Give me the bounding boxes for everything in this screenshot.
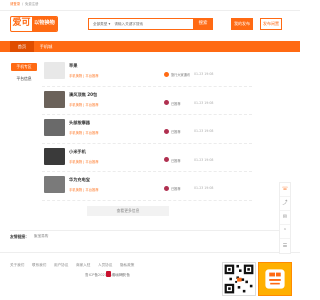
- register-link[interactable]: 免费注册: [25, 2, 39, 7]
- police-record[interactable]: 鲁公网安备: [112, 273, 130, 278]
- listing-thumbnail[interactable]: [44, 119, 65, 136]
- logo-main-text: 爱可: [12, 18, 31, 28]
- chevron-up-icon: ⌃: [282, 228, 288, 234]
- seller-avatar: [164, 71, 169, 77]
- top-separator: /: [22, 2, 24, 6]
- listing-date: 01-23 19:08: [194, 186, 214, 190]
- nav-phone-mall[interactable]: 手机城: [34, 41, 58, 52]
- listing-row[interactable]: 苹果手机换物 | 平台推荐 旅行大家通讯 01-23 19:08: [42, 58, 252, 87]
- my-posts-button[interactable]: 我的发布: [231, 18, 253, 30]
- sidebar: 手机专区 平台信息: [11, 63, 37, 87]
- qr-code: [222, 262, 256, 296]
- phone-icon: ☏: [281, 186, 289, 192]
- friend-links: 友情链接： 聚宝易购: [10, 230, 290, 240]
- qr-code-image: [223, 263, 255, 295]
- listing-thumbnail[interactable]: [44, 176, 65, 193]
- friend-links-title: 友情链接：: [10, 234, 29, 239]
- float-phone[interactable]: ☏: [280, 183, 290, 197]
- share-icon: ⤴: [282, 200, 288, 206]
- app-qr-code-image: [259, 263, 291, 295]
- seller-name: 已推荐: [171, 187, 181, 191]
- load-more-button[interactable]: 查看更多信息: [87, 206, 169, 216]
- seller-avatar: [164, 100, 169, 105]
- message-icon: ✉: [282, 214, 288, 220]
- listing-thumbnail[interactable]: [44, 62, 65, 79]
- float-top[interactable]: ⌃: [280, 225, 290, 239]
- listing-tags: 手机换物 | 平台推荐: [69, 159, 99, 164]
- post-item-button[interactable]: 发布闲置: [260, 18, 282, 30]
- login-link[interactable]: 请登录: [10, 2, 20, 7]
- float-chat[interactable]: ☰: [280, 239, 290, 253]
- listing-thumbnail[interactable]: [44, 147, 65, 165]
- footer-link-about[interactable]: 关于我们: [10, 263, 24, 268]
- listing-row[interactable]: 华为充电宝手机换物 | 平台推荐 已推荐 01-23 19:08: [42, 172, 252, 201]
- footer-link-terms[interactable]: 用户协议: [54, 263, 68, 268]
- app-qr-code: [258, 262, 292, 296]
- sidebar-item-platform-info[interactable]: 平台信息: [11, 75, 37, 83]
- friend-link[interactable]: 聚宝易购: [34, 234, 48, 239]
- listing-tags: 手机换物 | 平台推荐: [69, 74, 99, 78]
- listing-date: 01-23 19:08: [194, 72, 214, 76]
- listing-date: 01-23 19:08: [194, 157, 214, 162]
- listing-title[interactable]: 清风顶焦 20包: [69, 92, 97, 98]
- listing-title[interactable]: 华为充电宝: [69, 177, 90, 183]
- search-input[interactable]: [114, 22, 185, 26]
- search-box: 全部类型 ▾: [88, 18, 208, 30]
- footer-link-contact[interactable]: 联系我们: [32, 263, 46, 268]
- footer-link-merchant[interactable]: 商家入驻: [76, 263, 90, 268]
- listing-tags: 手机换物 | 平台推荐: [69, 131, 99, 135]
- seller-name: 已推荐: [171, 101, 181, 106]
- listing-row[interactable]: 清风顶焦 20包 手机换物 | 平台推荐 已推荐 01-23 19:08: [42, 87, 252, 115]
- seller-name: 已推荐: [171, 158, 181, 163]
- main-nav: 首页 手机城: [0, 41, 300, 52]
- footer-link-staff[interactable]: 人员协议: [98, 263, 112, 268]
- seller-name: 旅行大家通讯: [171, 73, 191, 77]
- listing-row[interactable]: 小米手机手机换物 | 平台推荐 已推荐 01-23 19:08: [42, 144, 252, 172]
- listing-title[interactable]: 头部按摩器: [69, 120, 90, 126]
- police-badge-icon: [106, 271, 111, 277]
- seller-avatar: [164, 185, 169, 191]
- seller-avatar: [164, 128, 169, 134]
- site-logo[interactable]: 爱可 以物换物: [10, 16, 58, 32]
- top-strip: 请登录 / 免费注册: [0, 0, 300, 11]
- sidebar-item-phone-zone[interactable]: 手机专区: [11, 63, 37, 71]
- seller-avatar: [164, 157, 169, 162]
- float-share[interactable]: ⤴: [280, 197, 290, 211]
- listing-title[interactable]: 小米手机: [69, 149, 86, 155]
- listing-row[interactable]: 头部按摩器手机换物 | 平台推荐 已推荐 01-23 19:08: [42, 115, 252, 144]
- listing-date: 01-23 19:08: [194, 100, 214, 105]
- seller-name: 已推荐: [171, 130, 181, 134]
- logo-sub-text: 以物换物: [32, 17, 57, 31]
- float-message[interactable]: ✉: [280, 211, 290, 225]
- floating-toolbar: ☏ ⤴ ✉ ⌃ ☰: [279, 182, 291, 254]
- search-button[interactable]: 搜索: [193, 18, 213, 30]
- listing-title[interactable]: 苹果: [69, 63, 77, 69]
- listing-date: 01-23 19:08: [194, 129, 214, 133]
- chat-icon: ☰: [282, 242, 288, 249]
- listing-tags: 手机换物 | 平台推荐: [69, 102, 99, 107]
- footer-link-privacy[interactable]: 隐私政策: [120, 263, 134, 268]
- listing-thumbnail[interactable]: [44, 90, 65, 108]
- listing-list: 苹果 手机换物 | 平台推荐 旅行大家通讯 01-23 19:08 清风顶焦 20包 手机…: [42, 58, 252, 201]
- footer: 关于我们 联系我们 用户协议 商家入驻 人员协议 隐私政策 鲁ICP备20210…: [0, 252, 300, 300]
- nav-home[interactable]: 首页: [10, 41, 34, 52]
- search-category-select[interactable]: 全部类型 ▾: [89, 22, 114, 27]
- listing-tags: 手机换物 | 平台推荐: [69, 188, 99, 192]
